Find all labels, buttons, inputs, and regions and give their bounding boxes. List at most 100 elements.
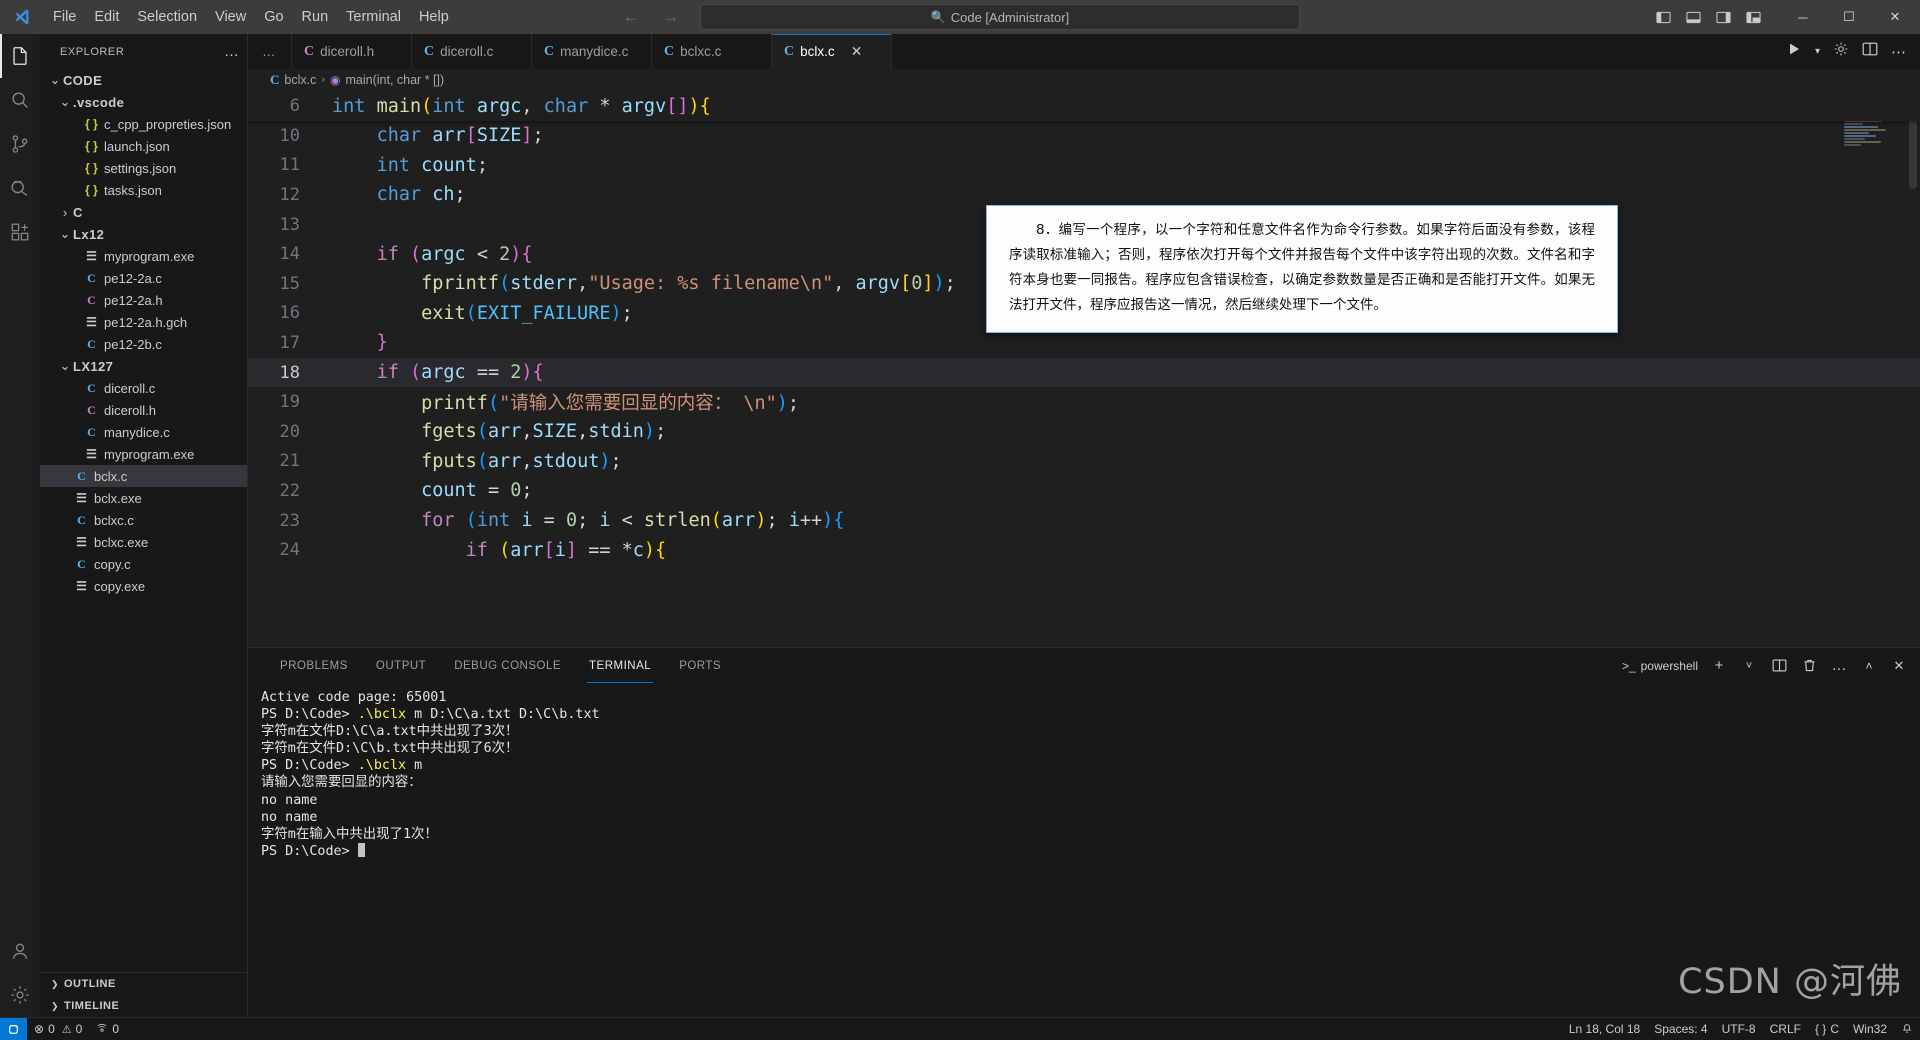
remote-indicator-button[interactable] <box>0 1017 27 1040</box>
split-terminal-icon[interactable] <box>1770 657 1788 675</box>
tree-item-diceroll-h[interactable]: Cdiceroll.h <box>40 399 247 421</box>
status-cursor-position[interactable]: Ln 18, Col 18 <box>1562 1018 1647 1040</box>
editor-more-actions-icon[interactable]: ⋯ <box>1891 43 1906 61</box>
tree-item-lx12[interactable]: ⌄ Lx12 <box>40 223 247 245</box>
sidebar-section-outline[interactable]: ❯ OUTLINE <box>40 973 247 995</box>
tree-item-c-cpp-propreties-json[interactable]: { } c_cpp_propreties.json <box>40 113 247 135</box>
breadcrumb-file[interactable]: bclx.c <box>284 73 316 87</box>
terminal-shell-selector[interactable]: >_ powershell <box>1622 659 1698 673</box>
status-win32[interactable]: Win32 <box>1846 1018 1894 1040</box>
editor-tab-diceroll-h[interactable]: Cdiceroll.h <box>292 34 412 69</box>
new-terminal-dropdown-icon[interactable]: ˅ <box>1740 657 1758 675</box>
settings-gear-icon[interactable] <box>1833 41 1849 62</box>
status-eol[interactable]: CRLF <box>1763 1018 1808 1040</box>
close-panel-icon[interactable]: ✕ <box>1890 657 1908 675</box>
tree-item-copy-exe[interactable]: ☰ copy.exe <box>40 575 247 597</box>
tree-item-copy-c[interactable]: Ccopy.c <box>40 553 247 575</box>
tree-item-c[interactable]: › C <box>40 201 247 223</box>
panel-tab-ports[interactable]: PORTS <box>669 648 731 683</box>
run-code-icon[interactable] <box>1786 41 1802 62</box>
explorer-more-actions-icon[interactable]: … <box>224 43 239 60</box>
status-language-mode[interactable]: { } C <box>1808 1018 1846 1040</box>
panel-more-actions-icon[interactable]: … <box>1830 657 1848 675</box>
panel-tab-terminal[interactable]: TERMINAL <box>579 648 661 683</box>
tree-item-code[interactable]: ⌄ CODE <box>40 69 247 91</box>
tree-item-pe12-2b-c[interactable]: Cpe12-2b.c <box>40 333 247 355</box>
editor-tab-bclx-c[interactable]: Cbclx.c ✕ <box>772 34 892 69</box>
menu-run[interactable]: Run <box>293 5 338 29</box>
menu-selection[interactable]: Selection <box>128 5 206 29</box>
tree-item-lx127[interactable]: ⌄ LX127 <box>40 355 247 377</box>
command-center-search[interactable]: 🔍 Code [Administrator] <box>700 4 1300 30</box>
status-encoding[interactable]: UTF-8 <box>1715 1018 1763 1040</box>
status-indentation[interactable]: Spaces: 4 <box>1647 1018 1714 1040</box>
menu-help[interactable]: Help <box>410 5 458 29</box>
tree-item--vscode[interactable]: ⌄ .vscode <box>40 91 247 113</box>
terminal-output[interactable]: Active code page: 65001 PS D:\Code> .\bcl… <box>248 683 1920 1017</box>
navigate-forward-icon[interactable]: → <box>660 7 682 27</box>
panel-tab-output[interactable]: OUTPUT <box>366 648 436 683</box>
tree-item-diceroll-c[interactable]: Cdiceroll.c <box>40 377 247 399</box>
close-tab-icon[interactable]: ✕ <box>851 43 863 60</box>
activity-manage-gear-icon[interactable] <box>0 973 40 1017</box>
activity-accounts[interactable] <box>0 929 40 973</box>
editor-tab-manydice-c[interactable]: Cmanydice.c <box>532 34 652 69</box>
tree-item-bclxc-exe[interactable]: ☰ bclxc.exe <box>40 531 247 553</box>
status-ports[interactable]: 0 <box>89 1018 126 1040</box>
activity-search[interactable] <box>0 78 40 122</box>
file-tree[interactable]: ⌄ CODE ⌄ .vscode{ } c_cpp_propreties.json { }… <box>40 69 247 972</box>
activity-explorer[interactable] <box>0 34 40 78</box>
split-editor-icon[interactable] <box>1862 41 1878 62</box>
tree-item-pe12-2a-h[interactable]: Cpe12-2a.h <box>40 289 247 311</box>
kill-terminal-trash-icon[interactable] <box>1800 657 1818 675</box>
code-line[interactable]: 24 if (arr[i] == *c){ <box>248 535 1920 565</box>
sticky-scroll-line[interactable]: 6 int main(int argc, char * argv[]){ <box>248 91 1920 121</box>
tabs-overflow-button[interactable]: … <box>248 34 292 69</box>
tree-item-myprogram-exe[interactable]: ☰ myprogram.exe <box>40 245 247 267</box>
tree-item-bclxc-c[interactable]: Cbclxc.c <box>40 509 247 531</box>
maximize-panel-icon[interactable]: ˄ <box>1860 657 1878 675</box>
tree-item-manydice-c[interactable]: Cmanydice.c <box>40 421 247 443</box>
status-problems[interactable]: ⊗ 0 ⚠ 0 <box>27 1018 89 1040</box>
navigate-back-icon[interactable]: ← <box>620 7 642 27</box>
code-line[interactable]: 19 printf("请输入您需要回显的内容： \n"); <box>248 387 1920 417</box>
menu-view[interactable]: View <box>206 5 255 29</box>
editor-tabs[interactable]: Cdiceroll.h Cdiceroll.c Cmanydice.c Cbclxc.… <box>292 34 892 69</box>
code-line[interactable]: 18 if (argc == 2){ <box>248 357 1920 388</box>
code-line[interactable]: 20 fgets(arr,SIZE,stdin); <box>248 417 1920 447</box>
toggle-panel-icon[interactable] <box>1680 4 1706 30</box>
tree-item-myprogram-exe[interactable]: ☰ myprogram.exe <box>40 443 247 465</box>
menu-bar[interactable]: File Edit Selection View Go Run Terminal… <box>44 0 458 34</box>
tree-item-pe12-2a-h-gch[interactable]: ☰ pe12-2a.h.gch <box>40 311 247 333</box>
sidebar-section-timeline[interactable]: ❯ TIMELINE <box>40 995 247 1017</box>
toggle-secondary-sidebar-icon[interactable] <box>1710 4 1736 30</box>
code-editor[interactable]: 6 int main(int argc, char * argv[]){ 10 … <box>248 91 1920 647</box>
activity-extensions[interactable] <box>0 210 40 254</box>
menu-edit[interactable]: Edit <box>85 5 128 29</box>
editor-tab-diceroll-c[interactable]: Cdiceroll.c <box>412 34 532 69</box>
code-line[interactable]: 23 for (int i = 0; i < strlen(arr); i++)… <box>248 506 1920 536</box>
menu-file[interactable]: File <box>44 5 85 29</box>
editor-tab-bclxc-c[interactable]: Cbclxc.c <box>652 34 772 69</box>
code-line[interactable]: 10 char arr[SIZE]; <box>248 121 1920 151</box>
menu-go[interactable]: Go <box>255 5 292 29</box>
tree-item-bclx-exe[interactable]: ☰ bclx.exe <box>40 487 247 509</box>
menu-terminal[interactable]: Terminal <box>337 5 410 29</box>
code-line[interactable]: 11 int count; <box>248 151 1920 181</box>
activity-run-and-debug[interactable] <box>0 166 40 210</box>
tree-item-bclx-c[interactable]: Cbclx.c <box>40 465 247 487</box>
tree-item-settings-json[interactable]: { } settings.json <box>40 157 247 179</box>
code-line[interactable]: 22 count = 0; <box>248 476 1920 506</box>
window-maximize-button[interactable]: ☐ <box>1826 0 1872 34</box>
window-close-button[interactable]: ✕ <box>1872 0 1918 34</box>
new-terminal-icon[interactable]: + <box>1710 657 1728 675</box>
tree-item-pe12-2a-c[interactable]: Cpe12-2a.c <box>40 267 247 289</box>
customize-layout-icon[interactable] <box>1740 4 1766 30</box>
toggle-primary-sidebar-icon[interactable] <box>1650 4 1676 30</box>
status-notifications-bell-icon[interactable] <box>1894 1018 1920 1040</box>
breadcrumb[interactable]: C bclx.c › ◉ main(int, char * []) <box>248 69 1920 91</box>
run-dropdown-chevron-icon[interactable]: ▾ <box>1815 46 1820 57</box>
window-minimize-button[interactable]: ─ <box>1780 0 1826 34</box>
breadcrumb-symbol[interactable]: main(int, char * []) <box>346 73 445 87</box>
panel-tab-debug-console[interactable]: DEBUG CONSOLE <box>444 648 571 683</box>
